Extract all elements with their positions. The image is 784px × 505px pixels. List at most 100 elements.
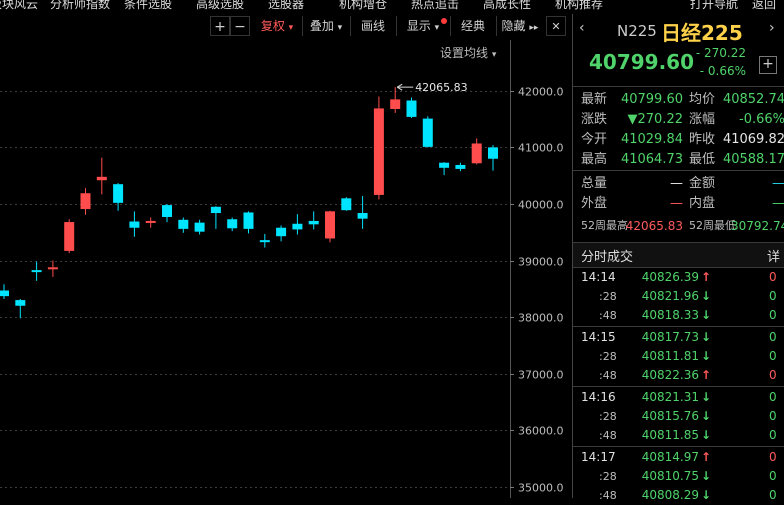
yincang-button[interactable]: 隐藏 ▸▸ — [496, 16, 544, 36]
tick-volume: 0 — [769, 409, 777, 423]
current-price: 40799.60 — [589, 50, 695, 74]
y-tick-label: 39000.0 — [518, 256, 564, 269]
menu-stock-selector[interactable]: 选股器 — [268, 0, 304, 12]
tick-volume: 0 — [769, 450, 777, 464]
quote-label: 涨跌 — [581, 112, 608, 127]
menu-institution-add[interactable]: 机构增仓 — [339, 0, 387, 12]
tick-time: :28 — [599, 470, 617, 483]
week52-low-label: 52周最低 — [689, 219, 736, 232]
candle-body — [0, 290, 9, 297]
tick-volume: 0 — [769, 330, 777, 344]
quote-value: — — [670, 196, 683, 211]
candle-body — [129, 221, 140, 228]
tick-price: 40808.29 — [641, 488, 699, 502]
diejia-button[interactable]: 叠加 ▾ — [302, 16, 351, 36]
quote-label: 今开 — [581, 132, 608, 147]
chevron-down-icon: ▾ — [434, 23, 440, 33]
huaxian-button[interactable]: 画线 — [350, 16, 397, 36]
candle-body — [455, 164, 466, 169]
chart-toolbar: + − 复权 ▾ 叠加 ▾ 画线 显示 ▾ 经典 隐藏 ▸▸ ✕ — [0, 14, 572, 40]
ma-setting-dropdown[interactable]: 设置均线 ▾ — [440, 44, 496, 61]
tick-time: :28 — [599, 410, 617, 423]
zoom-out-icon[interactable]: − — [230, 16, 250, 36]
tick-price: 40822.36 — [641, 368, 699, 382]
tick-time: 14:16 — [581, 390, 616, 404]
arrow-down-icon: ↓ — [701, 330, 712, 344]
candle-body — [292, 223, 303, 230]
zoom-in-icon[interactable]: + — [210, 16, 230, 36]
y-tick-label: 38000.0 — [518, 312, 564, 325]
week52-low-value: 30792.74 — [731, 219, 784, 233]
candle-body — [194, 222, 205, 232]
tick-price: 40821.31 — [641, 390, 699, 404]
candle-body — [31, 270, 42, 273]
week52-high-value: 42065.83 — [625, 219, 683, 233]
quote-row: 最新 40799.60 均价 40852.74 — [573, 90, 784, 110]
tick-time: :48 — [599, 309, 617, 322]
candle-body — [243, 212, 254, 229]
menu-advanced-select[interactable]: 高级选股 — [196, 0, 244, 12]
quote-value: — — [772, 196, 784, 211]
tick-row: 14:15 40817.73 ↓ 0 — [573, 328, 784, 347]
add-watchlist-button[interactable]: + — [759, 56, 777, 74]
menu-institution-recommend[interactable]: 机构推荐 — [555, 0, 603, 12]
tick-price: 40814.97 — [641, 450, 699, 464]
fuquan-button[interactable]: 复权 ▾ — [252, 16, 303, 36]
chevron-down-icon: ▾ — [288, 23, 294, 33]
candle-body — [227, 219, 238, 229]
index-code: N225 — [617, 22, 657, 40]
candle-body — [373, 108, 384, 195]
chevron-right-icon[interactable]: › — [769, 20, 775, 36]
candle-body — [47, 267, 58, 270]
menu-condition-select[interactable]: 条件选股 — [124, 0, 172, 12]
quote-label: 涨幅 — [689, 112, 716, 127]
tick-volume: 0 — [769, 428, 777, 442]
candle-body — [471, 143, 482, 164]
tick-section-title: 分时成交 — [581, 250, 634, 265]
y-tick-label: 37000.0 — [518, 369, 564, 382]
top-menu-bar: 板块风云 分析师指数 条件选股 高级选股 选股器 机构增仓 热点追击 高成长性 … — [0, 0, 784, 12]
chevron-left-icon[interactable]: ‹ — [579, 20, 585, 36]
tick-price: 40821.96 — [641, 289, 699, 303]
candle-body — [422, 118, 433, 147]
divider — [573, 86, 784, 87]
quote-row: 外盘 — 内盘 — — [573, 194, 784, 214]
quote-label: 内盘 — [689, 196, 716, 211]
menu-hotspot[interactable]: 热点追击 — [411, 0, 459, 12]
candle-body — [357, 213, 368, 219]
index-name: 日经225 — [661, 21, 743, 45]
arrow-down-icon: ↓ — [701, 409, 712, 423]
tick-volume: 0 — [769, 488, 777, 502]
arrow-down-icon: ↓ — [701, 469, 712, 483]
quote-value: 41064.73 — [620, 152, 683, 167]
menu-return[interactable]: 返回 — [752, 0, 776, 12]
quote-value: 41069.82 — [722, 132, 784, 147]
tick-time: :28 — [599, 290, 617, 303]
arrow-down-icon: ↓ — [701, 349, 712, 363]
y-tick-label: 36000.0 — [518, 425, 564, 438]
tick-row: :48 40818.33 ↓ 0 — [573, 306, 784, 325]
quote-label: 最新 — [581, 92, 608, 107]
tick-detail-button[interactable]: 详 — [767, 246, 780, 265]
tick-time: 14:15 — [581, 330, 616, 344]
tick-price: 40826.39 — [641, 270, 699, 284]
week52-high-label: 52周最高 — [581, 219, 628, 232]
close-icon[interactable]: ✕ — [546, 16, 566, 36]
menu-open-nav[interactable]: 打开导航 — [690, 0, 738, 12]
quote-value: 40799.60 — [620, 92, 683, 107]
menu-high-growth[interactable]: 高成长性 — [483, 0, 531, 12]
candle-body — [488, 147, 498, 159]
tick-volume: 0 — [769, 308, 777, 322]
menu-analyst-index[interactable]: 分析师指数 — [50, 0, 110, 12]
y-tick-label: 42000.0 — [518, 86, 564, 99]
jingdian-button[interactable]: 经典 — [450, 16, 497, 36]
high-annotation-label: 42065.83 — [415, 81, 468, 94]
tick-price: 40810.75 — [641, 469, 699, 483]
tick-time: :48 — [599, 429, 617, 442]
candle-body — [113, 184, 124, 203]
quote-label: 最低 — [689, 152, 716, 167]
double-chevron-right-icon: ▸▸ — [529, 23, 539, 33]
menu-bankuai[interactable]: 板块风云 — [0, 0, 38, 12]
xianshi-button[interactable]: 显示 ▾ — [396, 16, 451, 36]
kline-chart[interactable]: 42000.0 41000.0 40000.0 39000.0 38000.0 37000… — [0, 40, 572, 498]
